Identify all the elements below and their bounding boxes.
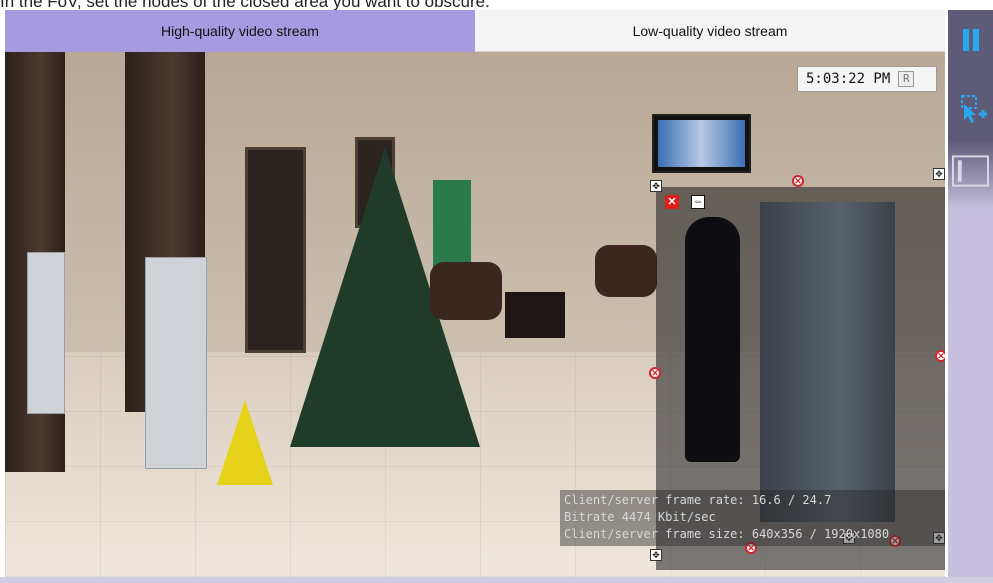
- stream-stats-overlay: Client/server frame rate: 16.6 / 24.7 Bi…: [560, 490, 945, 546]
- scene-kiosk: [433, 180, 471, 272]
- mask-node-right[interactable]: ✕: [935, 350, 945, 362]
- stats-bitrate: Bitrate 4474 Kbit/sec: [564, 510, 716, 524]
- stats-frame-size: Client/server frame size: 640x356 / 1920…: [564, 527, 890, 541]
- scene-brochure-rack-left: [27, 252, 65, 414]
- timestamp-display: 5:03:22 PM R: [797, 66, 937, 92]
- realtime-button[interactable]: R: [898, 71, 915, 87]
- mask-node-left[interactable]: ✕: [649, 367, 661, 379]
- pause-button[interactable]: [952, 18, 989, 62]
- tab-low-quality[interactable]: Low-quality video stream: [475, 10, 945, 52]
- mask-handle-bottom-left[interactable]: ✥: [650, 549, 662, 561]
- mask-handle-top-left[interactable]: ✥: [650, 180, 662, 192]
- scene-armchair-left: [430, 262, 502, 320]
- mask-handle-top-right[interactable]: ✥: [933, 168, 945, 180]
- scene-tv: [652, 114, 751, 173]
- instruction-text: In the FoV, set the nodes of the closed …: [0, 0, 490, 10]
- scene-armchair-right: [595, 245, 657, 297]
- stream-tabs: High-quality video stream Low-quality vi…: [5, 10, 945, 52]
- add-mask-button[interactable]: [952, 86, 989, 130]
- mask-move-button[interactable]: ⇔: [691, 195, 705, 209]
- pause-icon: [961, 29, 981, 51]
- tab-high-quality[interactable]: High-quality video stream: [5, 10, 475, 52]
- mask-mode-button[interactable]: [952, 150, 989, 194]
- mask-close-button[interactable]: ✕: [665, 195, 679, 209]
- video-viewport[interactable]: ✕ ⇔ ✥ ✥ ✥ ✥ ✥ ✕ ✕ ✕ ✕ ✕ 5:03:22 PM R Cli…: [5, 52, 945, 577]
- right-toolbar: [948, 10, 993, 577]
- scene-machine: [760, 202, 895, 522]
- clock-time: 5:03:22 PM: [806, 71, 891, 87]
- select-add-icon: [960, 95, 987, 123]
- stats-frame-rate: Client/server frame rate: 16.6 / 24.7: [564, 493, 832, 507]
- scene-brochure-rack: [145, 257, 207, 469]
- scene-person: [685, 217, 740, 462]
- scene-wet-floor-sign: [217, 400, 273, 485]
- mask-mode-icon: [952, 155, 989, 187]
- scene-table: [505, 292, 565, 338]
- bottom-strip: [0, 577, 993, 583]
- mask-node-top[interactable]: ✕: [792, 175, 804, 187]
